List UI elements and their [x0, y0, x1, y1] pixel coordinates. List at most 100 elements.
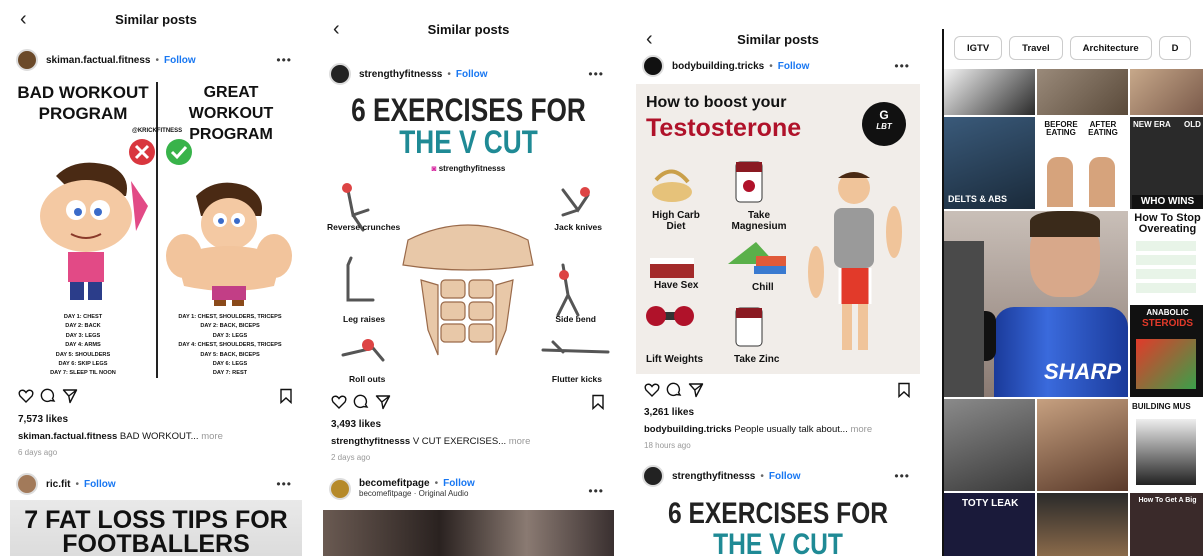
- username[interactable]: bodybuilding.tricks: [672, 61, 764, 72]
- image-title-line1: 6 EXERCISES FOR: [351, 92, 586, 128]
- bookmark-icon[interactable]: [278, 388, 294, 404]
- explore-tile[interactable]: How To Stop Overeating: [1130, 211, 1203, 303]
- username[interactable]: becomefitpage: [359, 478, 430, 489]
- header-title: Similar posts: [427, 21, 510, 37]
- avatar[interactable]: [329, 63, 351, 85]
- explore-tile[interactable]: [1037, 493, 1128, 556]
- comment-icon[interactable]: [353, 394, 369, 410]
- more-options-icon[interactable]: •••: [276, 53, 292, 67]
- tab-more[interactable]: D: [1158, 36, 1192, 60]
- avatar[interactable]: [642, 465, 664, 487]
- follow-button[interactable]: Follow: [456, 69, 488, 80]
- avatar[interactable]: [16, 49, 38, 71]
- more-link[interactable]: more: [509, 436, 531, 447]
- panel-header: ‹ Similar posts: [10, 4, 302, 34]
- more-link[interactable]: more: [850, 424, 872, 435]
- explore-tile[interactable]: BUILDING MUS: [1130, 399, 1203, 491]
- tab-architecture[interactable]: Architecture: [1069, 36, 1152, 60]
- explore-tile[interactable]: [944, 69, 1035, 115]
- explore-tile[interactable]: How To Get A Big: [1130, 493, 1203, 556]
- more-link[interactable]: more: [201, 431, 223, 442]
- heart-icon[interactable]: [331, 394, 347, 410]
- post-image[interactable]: 6 EXERCISES FOR THE V CUT ◙ strengthyfit…: [323, 90, 614, 392]
- caption-username[interactable]: skiman.factual.fitness: [18, 431, 117, 442]
- infographic: [1136, 419, 1196, 485]
- post-panel-3: ‹ Similar posts bodybuilding.tricks • Fo…: [636, 24, 920, 556]
- day-line: DAY 1: CHEST, SHOULDERS, TRICEPS: [178, 314, 282, 320]
- share-icon[interactable]: [688, 382, 704, 398]
- heart-icon[interactable]: [644, 382, 660, 398]
- avatar[interactable]: [642, 55, 664, 77]
- caption-text: People usually talk about...: [734, 424, 848, 435]
- username[interactable]: strengthyfitnesss: [359, 69, 442, 80]
- back-arrow-icon[interactable]: ‹: [20, 8, 27, 31]
- explore-tile[interactable]: [1037, 69, 1128, 115]
- explore-tile[interactable]: [944, 399, 1035, 491]
- like-count[interactable]: 7,573 likes: [18, 414, 68, 425]
- follow-button[interactable]: Follow: [778, 61, 810, 72]
- next-post-video[interactable]: [323, 510, 614, 556]
- audio-subtitle[interactable]: becomefitpage · Original Audio: [359, 489, 475, 498]
- more-options-icon[interactable]: •••: [588, 67, 604, 81]
- post-time: 6 days ago: [18, 448, 58, 457]
- bookmark-icon[interactable]: [590, 394, 606, 410]
- heart-icon[interactable]: [18, 388, 34, 404]
- avatar[interactable]: [16, 473, 38, 495]
- avatar[interactable]: [329, 478, 351, 500]
- explore-tile[interactable]: BEFORE EATING AFTER EATING: [1037, 117, 1128, 209]
- next-post-image[interactable]: 7 FAT LOSS TIPS FOR FOOTBALLERS: [10, 500, 302, 556]
- share-icon[interactable]: [375, 394, 391, 410]
- follow-button[interactable]: Follow: [769, 471, 801, 482]
- post-author-row: skiman.factual.fitness • Follow •••: [10, 46, 302, 74]
- exercise-label: Side bend: [555, 314, 596, 324]
- follow-button[interactable]: Follow: [84, 479, 116, 490]
- like-count[interactable]: 3,493 likes: [331, 419, 381, 430]
- explore-video-tile[interactable]: SHARP: [944, 211, 1128, 397]
- more-options-icon[interactable]: •••: [894, 59, 910, 73]
- watermark: @KRICKFITNESS: [132, 128, 183, 134]
- tip-label: Chill: [752, 282, 774, 293]
- exercise-illustrations: [341, 183, 610, 362]
- exercise-label: Roll outs: [349, 374, 386, 384]
- more-options-icon[interactable]: •••: [276, 477, 292, 491]
- like-count[interactable]: 3,261 likes: [644, 407, 694, 418]
- comment-icon[interactable]: [666, 382, 682, 398]
- follow-button[interactable]: Follow: [164, 55, 196, 66]
- explore-tile[interactable]: TOTY LEAK: [944, 493, 1035, 556]
- username[interactable]: skiman.factual.fitness: [46, 55, 150, 66]
- explore-tile[interactable]: DELTS & ABS: [944, 117, 1035, 209]
- next-post-image[interactable]: 6 EXERCISES FOR THE V CUT: [636, 492, 920, 556]
- explore-tile[interactable]: [1037, 399, 1128, 491]
- tile-text: TOTY LEAK: [962, 498, 1019, 509]
- separator-dot: •: [155, 54, 159, 66]
- back-arrow-icon[interactable]: ‹: [646, 28, 653, 51]
- caption-username[interactable]: bodybuilding.tricks: [644, 424, 732, 435]
- post-panel-2: ‹ Similar posts strengthyfitnesss • Foll…: [323, 14, 614, 556]
- explore-panel: IGTV Travel Architecture D DELTS & ABS B…: [942, 29, 1203, 556]
- day-line: DAY 6: LEGS: [212, 361, 248, 368]
- cartoon-illustration: [40, 139, 292, 306]
- comment-icon[interactable]: [40, 388, 56, 404]
- tab-igtv[interactable]: IGTV: [954, 36, 1003, 60]
- username[interactable]: ric.fit: [46, 479, 70, 490]
- post-image[interactable]: BAD WORKOUT PROGRAM GREAT WORKOUT PROGRA…: [10, 76, 302, 384]
- bookmark-icon[interactable]: [896, 382, 912, 398]
- caption-username[interactable]: strengthyfitnesss: [331, 436, 410, 447]
- share-icon[interactable]: [62, 388, 78, 404]
- image-title-line2: Testosterone: [646, 114, 802, 142]
- post-image[interactable]: How to boost your Testosterone G LBT Hig…: [636, 84, 920, 374]
- tab-travel[interactable]: Travel: [1009, 36, 1063, 60]
- tile-text: How To Stop Overeating: [1134, 212, 1201, 235]
- more-options-icon[interactable]: •••: [588, 484, 604, 498]
- back-arrow-icon[interactable]: ‹: [333, 18, 340, 41]
- follow-button[interactable]: Follow: [443, 478, 475, 489]
- separator-dot: •: [769, 60, 773, 72]
- explore-tile[interactable]: [1130, 69, 1203, 115]
- left-title: BAD WORKOUT PROGRAM: [17, 83, 149, 123]
- more-options-icon[interactable]: •••: [894, 469, 910, 483]
- explore-tile[interactable]: ANABOLIC STEROIDS: [1130, 305, 1203, 397]
- username[interactable]: strengthyfitnesss: [672, 471, 755, 482]
- explore-tabs: IGTV Travel Architecture D: [942, 29, 1203, 67]
- tip-label: High Carb Diet: [652, 210, 700, 232]
- explore-tile[interactable]: NEW ERA OLD WHO WINS: [1130, 117, 1203, 209]
